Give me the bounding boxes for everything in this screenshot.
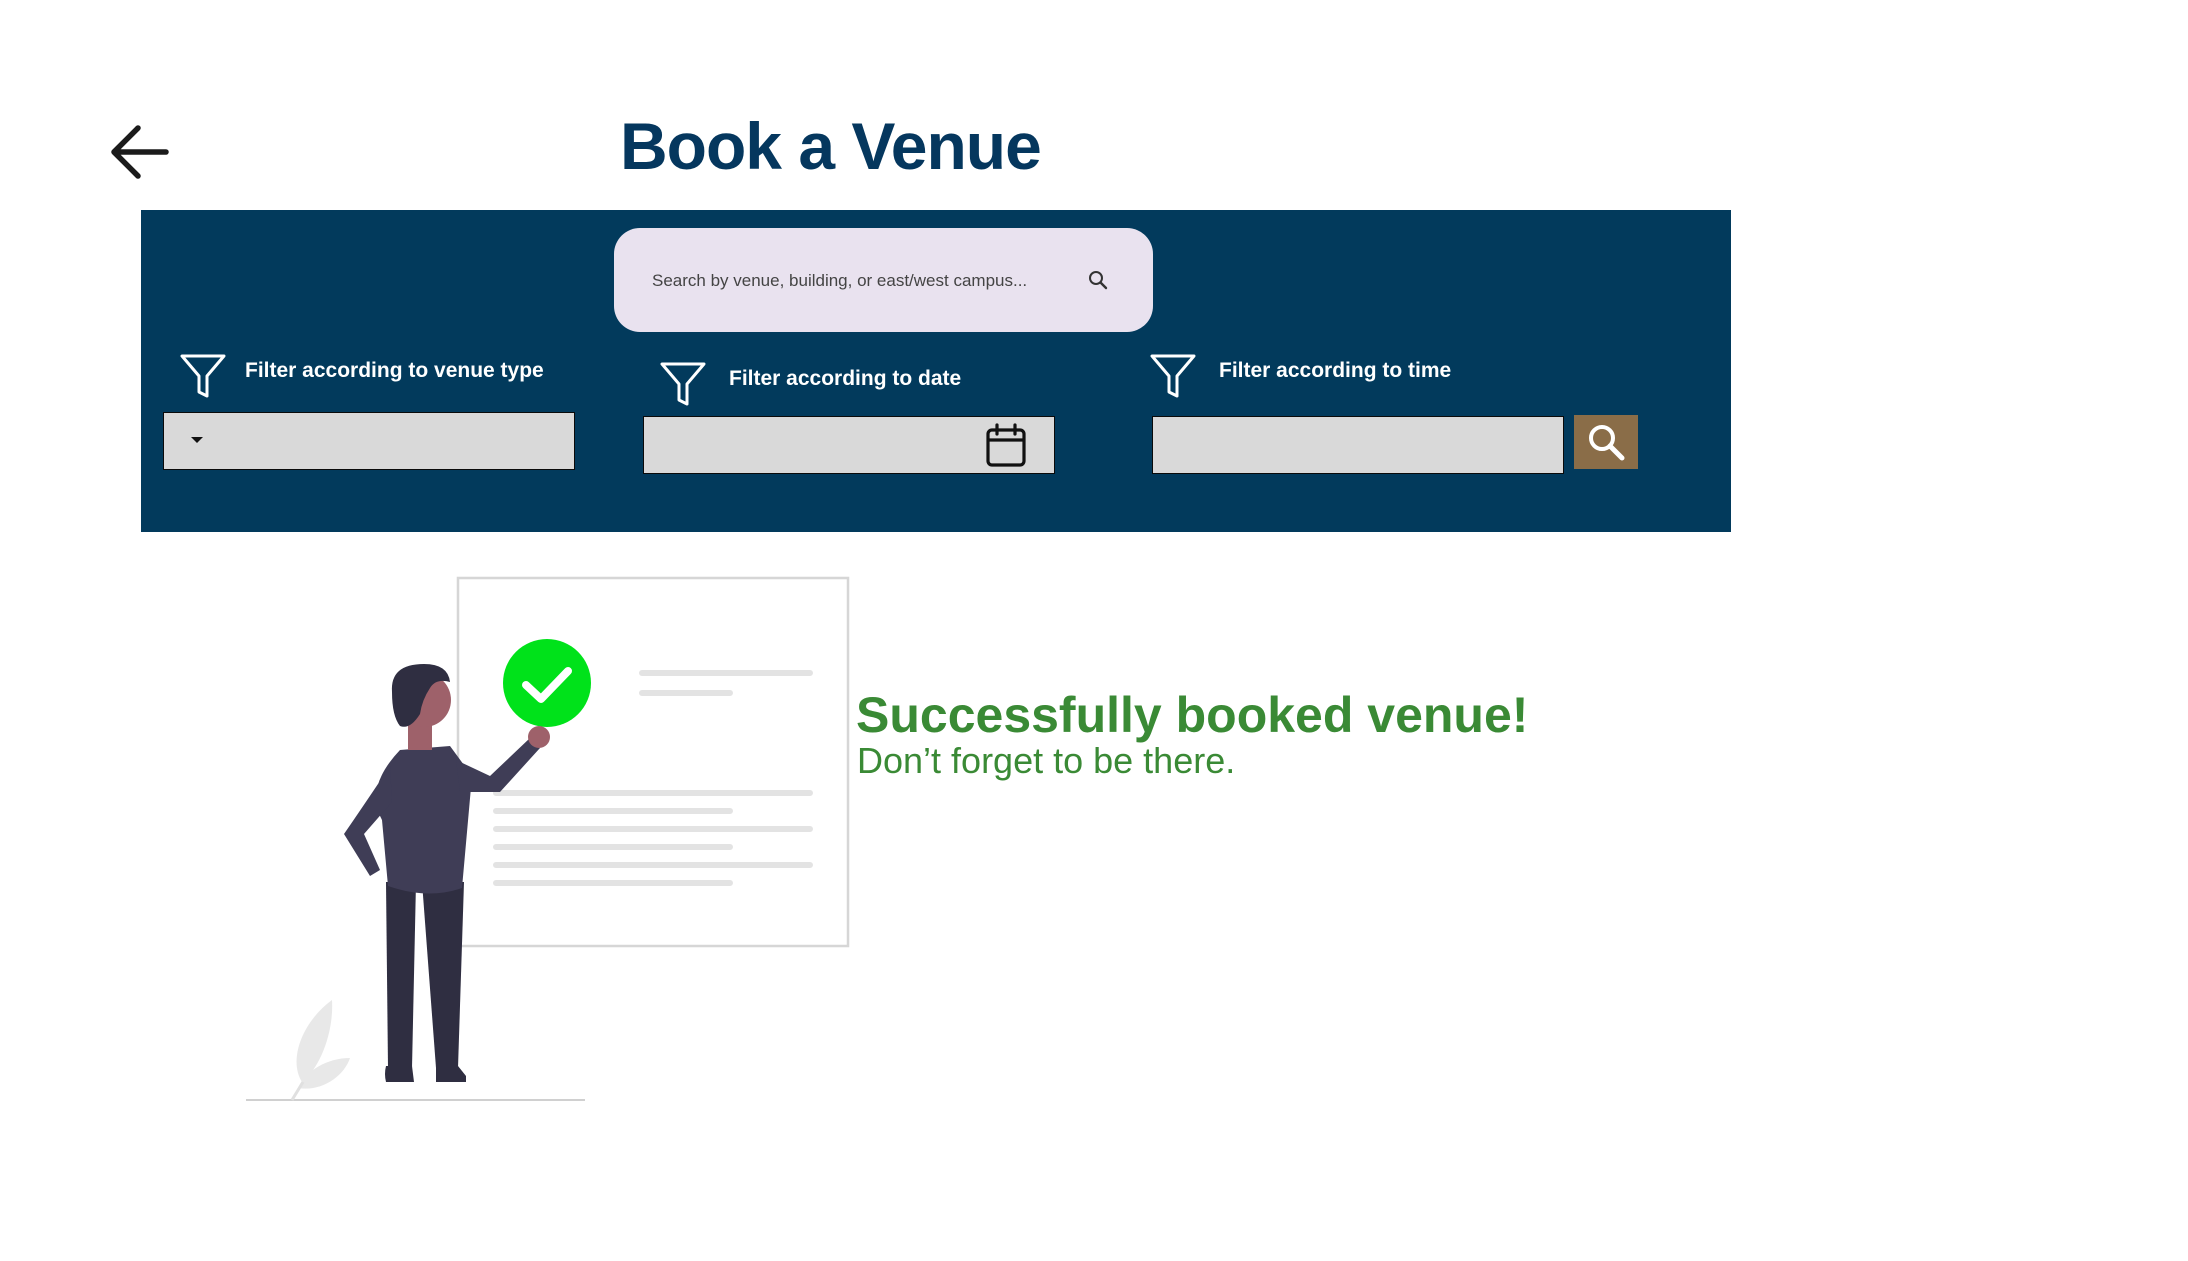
filter-icon <box>1150 354 1196 398</box>
search-bar[interactable] <box>614 228 1153 334</box>
back-button[interactable] <box>108 120 172 184</box>
filter-panel: Filter according to venue type Filter ac… <box>141 210 1731 532</box>
time-field[interactable] <box>1152 416 1564 474</box>
arrow-left-icon <box>111 125 169 179</box>
success-title: Successfully booked venue! <box>856 687 1529 743</box>
calendar-icon[interactable] <box>984 423 1028 469</box>
search-icon <box>1589 425 1625 461</box>
filter-icon <box>660 362 706 406</box>
search-input[interactable] <box>650 228 1094 334</box>
filter-icon <box>180 354 226 398</box>
date-picker-field[interactable] <box>643 416 1055 474</box>
success-subtitle: Don’t forget to be there. <box>857 740 1236 781</box>
venue-type-dropdown[interactable] <box>163 412 575 470</box>
search-icon[interactable] <box>1086 268 1110 292</box>
checkmark-badge <box>503 639 591 727</box>
booking-success-illustration <box>246 576 850 1101</box>
search-submit-button[interactable] <box>1574 415 1638 469</box>
time-filter-label: Filter according to time <box>1219 359 1452 382</box>
date-filter-label: Filter according to date <box>729 367 962 390</box>
plant-illustration <box>290 1000 350 1101</box>
page-title: Book a Venue <box>620 109 1042 183</box>
venue-type-filter-label: Filter according to venue type <box>245 359 544 382</box>
caret-down-icon <box>191 437 203 443</box>
